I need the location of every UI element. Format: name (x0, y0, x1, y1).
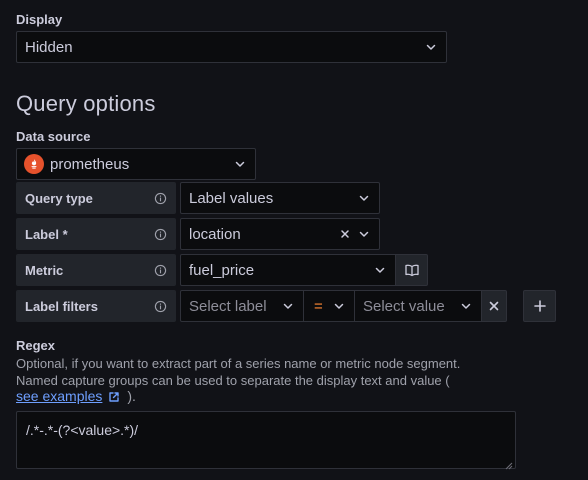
chevron-down-icon (281, 299, 295, 313)
metric-select-value: fuel_price (189, 261, 255, 279)
filter-label-select[interactable]: Select label (180, 290, 304, 322)
info-circle-icon[interactable] (154, 228, 167, 241)
regex-examples-line: see examples ). (16, 388, 136, 405)
chevron-down-icon (357, 191, 371, 205)
filter-operator-select[interactable]: = (303, 290, 355, 322)
filter-value-select[interactable]: Select value (354, 290, 482, 322)
remove-filter-button[interactable] (481, 290, 507, 322)
data-source-select[interactable]: prometheus (16, 148, 256, 180)
resize-handle-icon[interactable] (504, 457, 513, 470)
label-filters-label: Label filters (16, 290, 176, 322)
data-source-value: prometheus (50, 155, 130, 173)
label-field-label: Label * (16, 218, 176, 250)
query-type-label: Query type (16, 182, 176, 214)
plus-icon (533, 299, 547, 313)
display-select[interactable]: Hidden (16, 31, 447, 63)
metric-select[interactable]: fuel_price (180, 254, 396, 286)
regex-label: Regex (16, 338, 56, 353)
regex-description-line2: Named capture groups can be used to sepa… (16, 373, 450, 388)
chevron-down-icon (332, 299, 346, 313)
label-select[interactable]: location (180, 218, 380, 250)
query-type-label-text: Query type (25, 190, 93, 206)
chevron-down-icon (459, 299, 473, 313)
chevron-down-icon (424, 40, 438, 54)
filter-value-placeholder: Select value (363, 297, 445, 315)
add-filter-button[interactable] (523, 290, 556, 322)
regex-value: /.*-.*-(?<value>.*)/ (26, 422, 139, 438)
metrics-browser-button[interactable] (395, 254, 428, 286)
prometheus-logo-icon (24, 154, 44, 174)
external-link-icon[interactable] (107, 390, 121, 404)
info-circle-icon[interactable] (154, 264, 167, 277)
chevron-down-icon (357, 227, 371, 241)
label-filters-label-text: Label filters (25, 298, 98, 314)
data-source-label: Data source (16, 129, 91, 144)
display-select-value: Hidden (25, 38, 73, 56)
metric-label: Metric (16, 254, 176, 286)
label-select-value: location (189, 225, 241, 243)
see-examples-link[interactable]: see examples (16, 388, 102, 405)
filter-label-placeholder: Select label (189, 297, 267, 315)
query-options-heading: Query options (16, 91, 156, 116)
query-type-select[interactable]: Label values (180, 182, 380, 214)
info-circle-icon[interactable] (154, 192, 167, 205)
chevron-down-icon (233, 157, 247, 171)
query-type-value: Label values (189, 189, 274, 207)
close-icon[interactable] (338, 227, 352, 241)
regex-description-end: ). (127, 388, 136, 404)
book-open-icon (404, 262, 420, 278)
info-circle-icon[interactable] (154, 300, 167, 313)
regex-textarea[interactable]: /.*-.*-(?<value>.*)/ (16, 411, 516, 470)
label-field-label-text: Label * (25, 226, 68, 242)
regex-description: Optional, if you want to extract part of… (16, 355, 576, 389)
close-icon (488, 300, 500, 312)
filter-operator-value: = (314, 297, 323, 315)
chevron-down-icon (373, 263, 387, 277)
metric-label-text: Metric (25, 262, 64, 278)
display-label: Display (16, 12, 63, 27)
regex-description-line1: Optional, if you want to extract part of… (16, 356, 461, 371)
